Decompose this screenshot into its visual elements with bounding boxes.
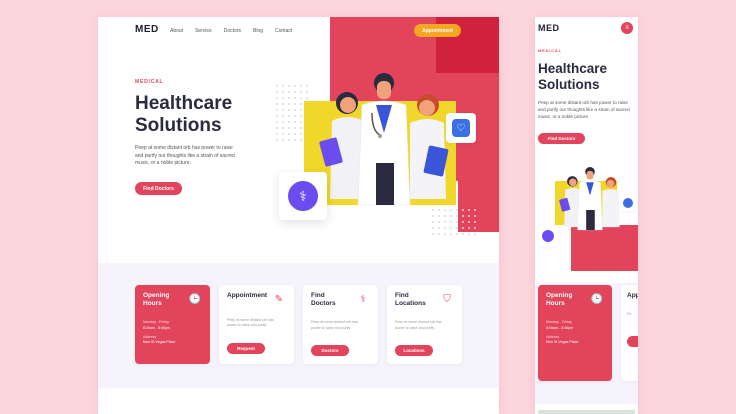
mobile-kicker: MEDICAL [538, 48, 562, 53]
hero-illustration: ♡ [304, 73, 476, 223]
card-title: Appointment [627, 292, 638, 299]
card-line: Mon St Vegas Place [143, 340, 176, 345]
hero-title-line2: Solutions [135, 114, 222, 136]
mobile-image-strip [538, 410, 635, 414]
doctors-illustration [319, 73, 449, 206]
card-line: Mon St Vegas Place [546, 340, 579, 345]
mobile-stethoscope-badge [538, 225, 558, 247]
mobile-logo[interactable]: MED [538, 23, 560, 33]
card-line: 8:00am - 5:00pm [546, 325, 574, 330]
card-title: Opening Hours [143, 292, 170, 308]
card-title: Find Locations [395, 292, 426, 308]
card-text: Pe [627, 312, 632, 317]
request-button[interactable]: Request [227, 342, 265, 354]
mobile-menu-button[interactable]: ≡ [621, 22, 633, 34]
card-appointment: Appointment ✎ Peep at some distant orb h… [219, 285, 294, 364]
card-find-doctors: Find Doctors ⚕ Peep at some distant orb … [303, 285, 378, 364]
main-nav: About Service Doctors Blog Contact [170, 28, 304, 34]
hero-kicker: MEDICAL [135, 79, 164, 85]
doctors-button[interactable]: Doctors [311, 345, 349, 357]
appointment-button[interactable]: Appointment [414, 24, 461, 37]
find-doctors-button[interactable]: Find Doctors [135, 182, 182, 195]
card-text: Peep at some distant orb has power to ra… [227, 318, 274, 328]
hero-description: Peep at some distant orb has power to ra… [135, 145, 235, 166]
heart-pulse-icon [623, 198, 633, 208]
menu-icon: ≡ [625, 25, 629, 31]
mobile-heart-badge [620, 195, 636, 211]
card-title: Opening Hours [546, 292, 573, 308]
mobile-card-opening-hours: Opening Hours 🕒 Monday - Friday 8:00am -… [538, 285, 612, 381]
mobile-title-line2: Solutions [538, 76, 600, 92]
mobile-find-doctors-button[interactable]: Find Doctors [538, 133, 585, 144]
card-text: Peep at some distant orb has power to ra… [395, 320, 442, 330]
nav-service[interactable]: Service [195, 28, 212, 34]
desktop-mockup: MED About Service Doctors Blog Contact A… [98, 17, 499, 414]
hero-title-line1: Healthcare [135, 93, 233, 114]
logo[interactable]: MED [135, 24, 159, 35]
card-title: Find Doctors [311, 292, 336, 308]
nav-about[interactable]: About [170, 28, 183, 34]
stethoscope-icon: ⚕ [288, 181, 318, 211]
heart-badge: ♡ [446, 113, 476, 143]
edit-icon: ✎ [274, 293, 284, 305]
nav-contact[interactable]: Contact [275, 28, 292, 34]
mobile-doctors-illustration [559, 167, 620, 231]
stethoscope-icon [542, 230, 554, 242]
doctor-icon: ⚕ [360, 293, 366, 305]
nav-doctors[interactable]: Doctors [224, 28, 241, 34]
clock-icon: 🕒 [188, 293, 202, 305]
mobile-request-button[interactable] [627, 335, 638, 347]
card-opening-hours: Opening Hours 🕒 Monday - Friday 8:00am -… [135, 285, 210, 364]
nav-blog[interactable]: Blog [253, 28, 263, 34]
card-title: Appointment [227, 292, 268, 299]
heart-pulse-icon: ♡ [452, 119, 470, 137]
hero-title: Healthcare Solutions [135, 93, 232, 137]
card-text: Peep at some distant orb has power to ra… [311, 320, 358, 330]
card-line: 8:00am - 5:00pm [143, 325, 171, 330]
section-below [98, 388, 499, 414]
mobile-title: Healthcare Solutions [538, 61, 607, 92]
clock-icon: 🕒 [590, 293, 604, 305]
mobile-card-appointment: Appointment Pe [621, 285, 638, 381]
stethoscope-badge: ⚕ [279, 172, 327, 220]
card-find-locations: Find Locations ⛉ Peep at some distant or… [387, 285, 462, 364]
location-shield-icon: ⛉ [443, 293, 451, 305]
mobile-hero-red-block [571, 225, 638, 271]
mobile-title-line1: Healthcare [538, 61, 608, 76]
mobile-mockup: MED ≡ MEDICAL Healthcare Solutions Peep … [535, 17, 638, 414]
mobile-description: Peep at some distant orb has power to ra… [538, 100, 630, 119]
locations-button[interactable]: Locations [395, 345, 433, 357]
